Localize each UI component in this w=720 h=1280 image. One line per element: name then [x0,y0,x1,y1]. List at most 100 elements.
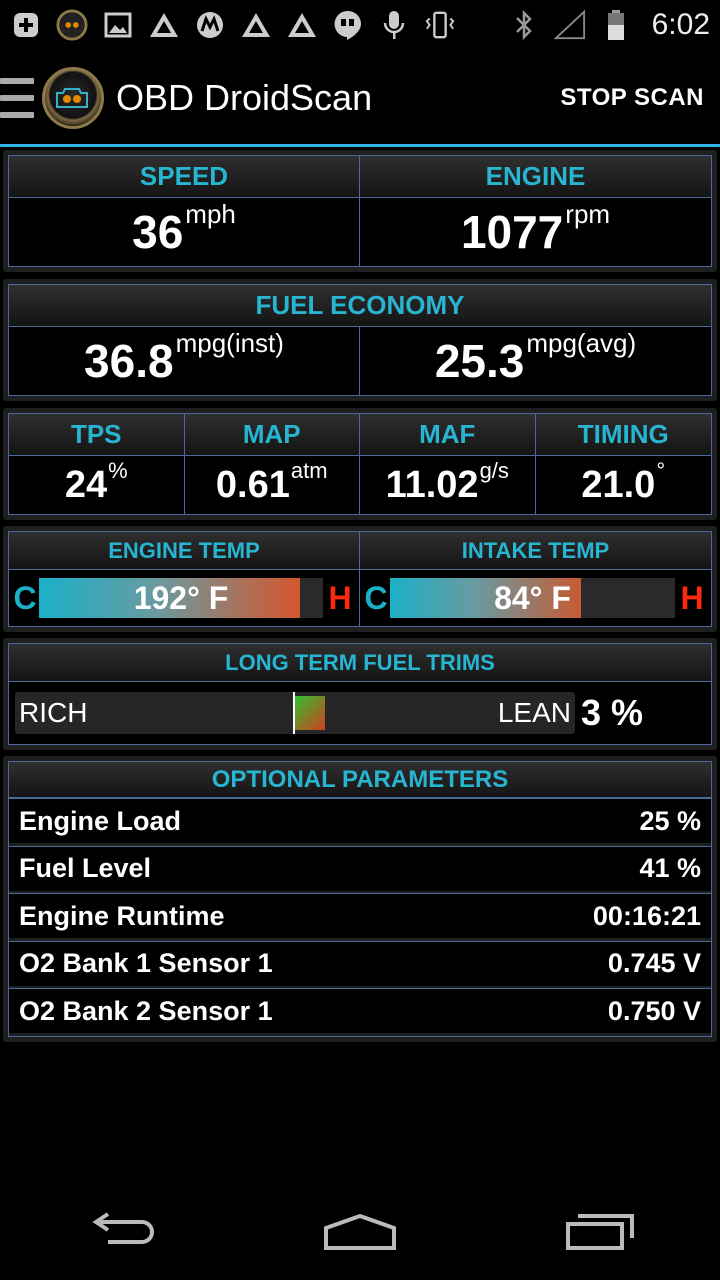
engine-temp-gauge: 192° F [39,578,323,618]
param-value: 25 % [639,805,701,836]
bluetooth-icon [508,9,540,41]
signal-icon [553,9,586,41]
image-icon [102,9,134,41]
app-title: OBD DroidScan [116,77,373,118]
timing-cell: 21.0 ° [535,456,711,514]
engine-temp-value: 192° F [133,579,229,616]
tps-cell: 24% [9,456,185,514]
intake-temp-gauge: 84° F [390,578,675,618]
timing-unit: ° [656,458,666,483]
home-icon [324,1213,396,1250]
lean-label: LEAN [497,697,571,728]
fuel-trims-panel: LONG TERM FUEL TRIMS RICH LEAN 3 % [3,638,717,750]
param-value: 0.750 V [607,995,701,1026]
fuel-avg-unit: mpg(avg) [526,327,637,358]
tps-unit: % [108,458,128,483]
param-value: 0.745 V [607,948,701,979]
timing-label: TIMING [535,414,711,456]
battery-icon [600,9,632,41]
intake-temp-cold: C [364,579,388,616]
speed-value-cell: 36 mph [9,198,360,266]
clock: 6:02 [651,8,710,41]
map-label: MAP [184,414,360,456]
engine-temp-cold: C [13,579,37,616]
optional-parameters-label: OPTIONAL PARAMETERS [9,762,711,798]
fuel-trim-bar: RICH LEAN [15,692,575,734]
intake-temp-cell: C 84° F H [360,570,711,626]
menu-icon[interactable] [0,78,34,118]
speed-label: SPEED [9,156,360,198]
fuel-trim-fill [295,696,325,730]
map-unit: atm [290,458,328,483]
map-cell: 0.61 atm [184,456,360,514]
fuel-inst-cell: 36.8 mpg(inst) [9,327,360,395]
engine-temp-label: ENGINE TEMP [9,532,360,570]
app-logo[interactable] [42,67,104,129]
param-value: 00:16:21 [592,900,701,931]
mic-icon [378,9,410,41]
param-name: Fuel Level [19,853,152,884]
speed-unit: mph [185,198,236,229]
fuel-inst-unit: mpg(inst) [175,327,284,358]
speed-value: 36 [132,206,184,258]
param-name: Engine Load [19,805,181,836]
fuel-avg-value: 25.3 [434,335,525,387]
table-row: O2 Bank 1 Sensor 1 0.745 V [9,940,711,986]
vibrate-icon [424,9,456,41]
speed-engine-panel: SPEED ENGINE 36 mph 1077 rpm [3,150,717,272]
intake-temp-hot: H [680,579,704,616]
back-button[interactable] [75,1202,165,1262]
fuel-trims-cell: RICH LEAN 3 % [9,682,711,744]
fuel-avg-cell: 25.3 mpg(avg) [360,327,711,395]
fuel-trims-label: LONG TERM FUEL TRIMS [9,644,711,682]
engine-temp-hot: H [328,579,352,616]
intake-temp-label: INTAKE TEMP [360,532,711,570]
tps-label: TPS [9,414,185,456]
table-row: Engine Load 25 % [9,798,711,843]
maf-value: 11.02 [385,463,479,506]
action-bar-divider [0,144,720,147]
maf-cell: 11.02 g/s [360,456,536,514]
navigation-bar [0,1184,720,1280]
intake-temp-value: 84° F [494,579,571,616]
map-value: 0.61 [215,463,290,506]
recent-apps-icon [566,1214,634,1250]
engine-temp-cell: C 192° F H [9,570,360,626]
timing-value: 21.0 [581,463,656,506]
temperature-panel: ENGINE TEMP INTAKE TEMP C 192° F H C 84°… [3,526,717,632]
engine-value: 1077 [460,206,564,258]
engine-icon [56,88,88,108]
hangouts-icon [332,9,364,41]
home-button[interactable] [315,1202,405,1262]
table-row: Fuel Level 41 % [9,845,711,891]
engine-unit: rpm [565,198,611,229]
action-bar: OBD DroidScan STOP SCAN [0,52,720,144]
back-icon [92,1212,154,1244]
fuel-economy-label: FUEL ECONOMY [9,285,711,327]
add-icon [10,9,42,41]
rich-label: RICH [19,697,88,728]
recent-apps-button[interactable] [555,1202,645,1262]
optional-parameters-panel: OPTIONAL PARAMETERS Engine Load 25 % Fue… [3,756,717,1042]
param-name: O2 Bank 2 Sensor 1 [19,995,273,1026]
stop-scan-button[interactable]: STOP SCAN [560,84,704,112]
engine-value-cell: 1077 rpm [360,198,711,266]
table-row: Engine Runtime 00:16:21 [9,893,711,939]
tps-value: 24 [64,463,108,506]
triangle-logo-icon [148,9,180,41]
maf-label: MAF [360,414,536,456]
param-name: O2 Bank 1 Sensor 1 [19,948,273,979]
app-badge-icon [56,9,88,41]
param-value: 41 % [639,853,701,884]
fuel-inst-value: 36.8 [84,335,174,387]
table-row: O2 Bank 2 Sensor 1 0.750 V [9,988,711,1034]
fuel-economy-panel: FUEL ECONOMY 36.8 mpg(inst) 25.3 mpg(avg) [3,279,717,401]
triangle-logo-icon [240,9,272,41]
maf-unit: g/s [479,458,509,483]
fuel-trim-value: 3 % [581,692,644,733]
motorola-icon [194,9,226,41]
status-bar: 6:02 [0,0,720,50]
triangle-logo-icon [286,9,318,41]
engine-label: ENGINE [360,156,711,198]
sensors-panel: TPS MAP MAF TIMING 24% 0.61 atm 11.02 g/s … [3,408,717,520]
